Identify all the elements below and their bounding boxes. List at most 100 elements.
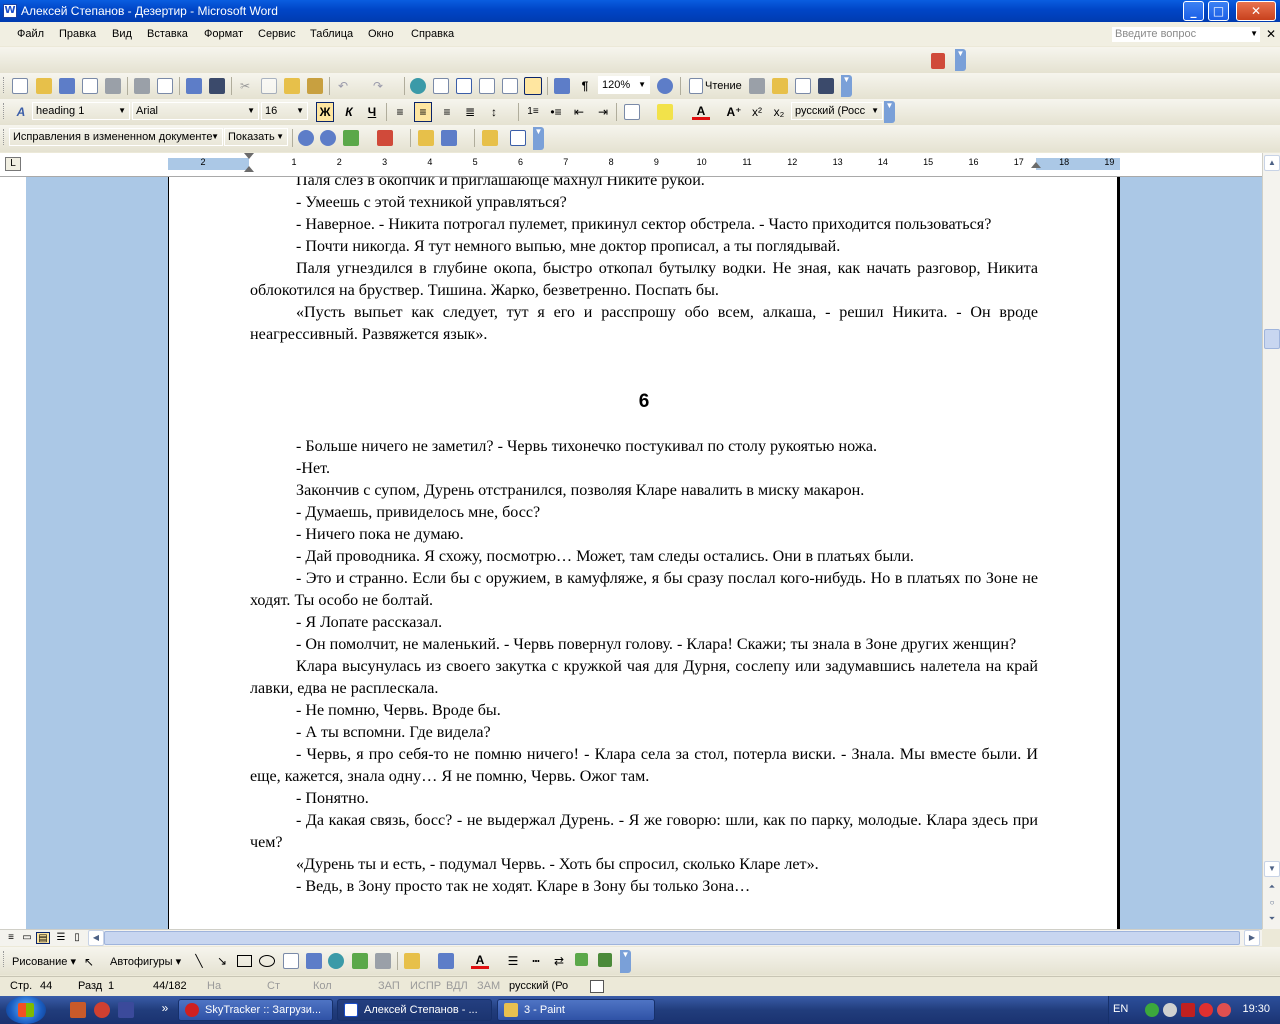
align-right-icon[interactable]: ≡ xyxy=(438,104,456,120)
track-changes-icon[interactable] xyxy=(441,130,457,146)
paragraph[interactable]: - Ничего пока не думаю. xyxy=(250,524,1038,546)
styles-icon[interactable]: A xyxy=(12,104,30,120)
paragraph[interactable]: - Больше ничего не заметил? - Червь тихо… xyxy=(250,436,1038,458)
paragraph[interactable]: - А ты вспомни. Где видела? xyxy=(250,722,1038,744)
paragraph[interactable]: - Умеешь с этой техникой управляться? xyxy=(250,192,1038,214)
subscript-icon[interactable]: x₂ xyxy=(770,104,788,120)
horizontal-ruler[interactable]: L 2 1 12345678910111213141516171819 xyxy=(0,153,1262,177)
chevron-down-icon[interactable]: ▼ xyxy=(247,103,255,119)
envelope-icon[interactable] xyxy=(795,78,811,94)
previous-change-icon[interactable] xyxy=(298,130,314,146)
taskbar-item-word[interactable]: Алексей Степанов - ... xyxy=(337,999,492,1021)
help-icon[interactable] xyxy=(657,78,673,94)
save-icon[interactable] xyxy=(59,78,75,94)
borders-icon[interactable] xyxy=(624,104,640,120)
align-left-icon[interactable]: ≡ xyxy=(391,104,409,120)
word-app-icon[interactable]: W xyxy=(3,4,17,18)
paragraph[interactable]: - Это и странно. Если бы с оружием, в ка… xyxy=(250,568,1038,612)
chevron-down-icon[interactable]: ▼ xyxy=(1250,27,1258,41)
quick-launch-icon[interactable] xyxy=(118,1002,134,1018)
tray-icon[interactable] xyxy=(1217,1003,1231,1017)
rectangle-icon[interactable] xyxy=(237,955,252,967)
highlight-icon[interactable] xyxy=(657,104,673,120)
paragraph[interactable]: -Нет. xyxy=(250,458,1038,480)
menu-view[interactable]: Вид xyxy=(112,28,132,40)
permission-icon[interactable] xyxy=(82,78,98,94)
tables-borders-icon[interactable] xyxy=(433,78,449,94)
wordart-icon[interactable] xyxy=(306,953,322,969)
toolbar-grip[interactable] xyxy=(3,103,6,119)
underline-button[interactable]: Ч xyxy=(363,104,381,120)
chevron-down-icon[interactable]: ▼ xyxy=(118,103,126,119)
web-view-icon[interactable]: ▭ xyxy=(20,932,34,944)
chevron-down-icon[interactable]: ▼ xyxy=(296,103,304,119)
vertical-scroll-thumb[interactable] xyxy=(1264,329,1280,349)
vertical-scrollbar[interactable]: ▲ ▼ ⏶ ○ ⏷ xyxy=(1262,153,1280,929)
columns-icon[interactable] xyxy=(502,78,518,94)
align-center-icon[interactable]: ≡ xyxy=(414,102,432,122)
print-preview-icon[interactable] xyxy=(157,78,173,94)
document-icon[interactable] xyxy=(510,130,526,146)
toolbar-options-chevron[interactable]: ▼ xyxy=(955,49,966,71)
cut-icon[interactable]: ✂ xyxy=(236,78,254,94)
maximize-button[interactable]: □ xyxy=(1208,1,1229,21)
paste-icon[interactable] xyxy=(284,78,300,94)
show-formatting-icon[interactable]: ¶ xyxy=(576,78,594,94)
chevron-down-icon[interactable]: ▼ xyxy=(211,129,219,145)
oval-icon[interactable] xyxy=(259,955,275,967)
paragraph[interactable]: - Не помню, Червь. Вроде бы. xyxy=(250,700,1038,722)
menu-tools[interactable]: Сервис xyxy=(258,28,296,40)
paragraph[interactable]: «Пусть выпьет как следует, тут я его и р… xyxy=(250,302,1038,346)
spelling-status-icon[interactable] xyxy=(590,980,604,993)
style-select[interactable]: heading 1 ▼ xyxy=(32,102,130,120)
tab-selector[interactable]: L xyxy=(5,157,21,171)
toolbar-options-chevron[interactable]: ▼ xyxy=(620,950,631,973)
numbering-icon[interactable]: 1≡ xyxy=(524,104,542,120)
menu-file[interactable]: Файл xyxy=(17,28,44,40)
insert-picture-icon[interactable] xyxy=(375,953,391,969)
superscript-icon[interactable]: x² xyxy=(748,104,766,120)
text-box-icon[interactable] xyxy=(283,953,299,969)
previous-page-icon[interactable]: ⏶ xyxy=(1264,880,1280,896)
paragraph[interactable]: - Думаешь, привиделось мне, босс? xyxy=(250,502,1038,524)
status-overtype[interactable]: ЗАМ xyxy=(477,980,500,992)
open-folder-icon[interactable] xyxy=(36,78,52,94)
redo-icon[interactable]: ↷ xyxy=(369,78,387,94)
toolbar-grip[interactable] xyxy=(3,951,6,967)
close-document-icon[interactable]: ✕ xyxy=(1266,27,1276,41)
reading-layout-label[interactable]: Чтение xyxy=(705,80,742,92)
paragraph[interactable]: - Наверное. - Никита потрогал пулемет, п… xyxy=(250,214,1038,236)
reading-view-icon[interactable]: ▯ xyxy=(70,932,84,944)
paragraph[interactable]: - Червь, я про себя-то не помню ничего! … xyxy=(250,744,1038,788)
line-color-icon[interactable] xyxy=(438,953,454,969)
paragraph[interactable]: - Я Лопате рассказал. xyxy=(250,612,1038,634)
paragraph[interactable]: - Дай проводника. Я схожу, посмотрю… Мож… xyxy=(250,546,1038,568)
tray-icon[interactable] xyxy=(1163,1003,1177,1017)
status-track-changes[interactable]: ИСПР xyxy=(410,980,441,992)
horizontal-scroll-thumb[interactable] xyxy=(104,931,1240,945)
minimize-button[interactable]: _ xyxy=(1183,1,1204,21)
font-color-icon[interactable]: A xyxy=(692,103,710,120)
paragraph[interactable]: Паля угнездился в глубине окопа, быстро … xyxy=(250,258,1038,302)
arrow-icon[interactable]: ↘ xyxy=(213,953,231,969)
find-binoculars-icon[interactable] xyxy=(818,78,834,94)
reject-change-icon[interactable] xyxy=(377,130,393,146)
italic-button[interactable]: К xyxy=(340,104,358,120)
paragraph[interactable]: Паля слез в окопчик и приглашающе махнул… xyxy=(250,177,1038,192)
bullets-icon[interactable]: •≡ xyxy=(547,104,565,120)
menu-insert[interactable]: Вставка xyxy=(147,28,188,40)
normal-view-icon[interactable]: ≡ xyxy=(4,932,18,944)
tray-icon[interactable] xyxy=(1145,1003,1159,1017)
language-indicator[interactable]: EN xyxy=(1113,1003,1128,1015)
insert-table-icon[interactable] xyxy=(456,78,472,94)
menu-window[interactable]: Окно xyxy=(368,28,394,40)
arrow-style-icon[interactable]: ⇄ xyxy=(550,953,568,969)
paragraph[interactable]: - Да какая связь, босс? - не выдержал Ду… xyxy=(250,810,1038,854)
outline-view-icon[interactable]: ☰ xyxy=(54,932,68,944)
toolbar-grip[interactable] xyxy=(3,77,6,93)
print-icon[interactable] xyxy=(134,78,150,94)
clock[interactable]: 19:30 xyxy=(1242,1003,1270,1015)
dash-style-icon[interactable]: ┅ xyxy=(527,953,545,969)
menu-table[interactable]: Таблица xyxy=(310,28,353,40)
font-select[interactable]: Arial ▼ xyxy=(132,102,259,120)
